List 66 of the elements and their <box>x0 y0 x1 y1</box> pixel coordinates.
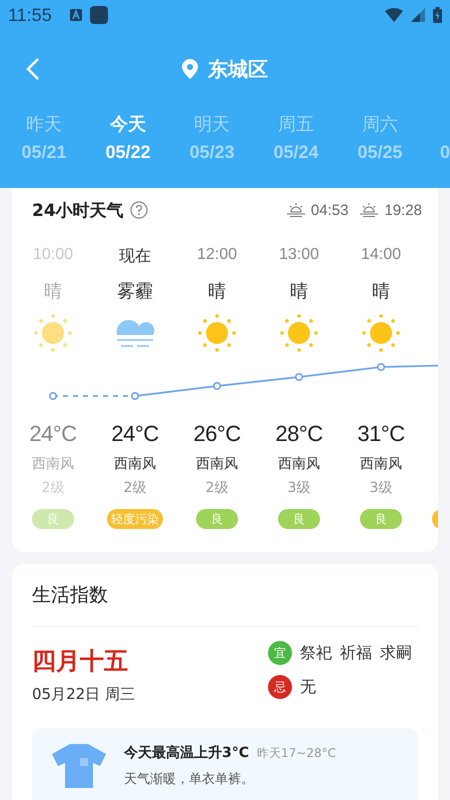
battery-icon <box>433 7 442 23</box>
sunrise-icon <box>286 203 305 217</box>
wind-direction: 西南风 <box>360 455 402 473</box>
temperature-text: 26°C <box>193 421 241 447</box>
sun-icon <box>197 313 237 353</box>
condition-text: 晴 <box>208 280 226 303</box>
day-tab[interactable]: 明天 05/23 <box>170 108 254 163</box>
signal-icon <box>411 8 425 22</box>
wifi-icon <box>385 8 403 22</box>
lunar-date: 四月十五 <box>32 646 129 677</box>
calendar-date: 05月22日 周三 <box>32 685 136 704</box>
location-pin-icon <box>182 59 198 79</box>
wind-direction: 西南风 <box>32 455 74 473</box>
sun-icon <box>279 313 319 353</box>
help-icon[interactable] <box>130 201 148 219</box>
air-quality-badge: 轻度污染 <box>107 509 163 529</box>
hour-label: 现在 <box>119 246 151 267</box>
wind-level: 2级 <box>206 479 228 497</box>
wind-level: 3级 <box>370 479 392 497</box>
auspicious-item: 祈福 <box>340 642 372 664</box>
yesterday-range: 昨天17~28°C <box>257 745 336 762</box>
condition-text: 晴 <box>290 280 308 303</box>
inauspicious-mark: 忌 <box>268 675 292 699</box>
back-button[interactable] <box>26 57 40 81</box>
day-tab[interactable]: 周五 05/24 <box>254 108 338 163</box>
tip-title: 今天最高温上升3°C <box>124 744 250 762</box>
condition-text: 晴 <box>44 280 62 303</box>
day-tab[interactable]: 周六 05/25 <box>338 108 422 163</box>
section-title: 24小时天气 <box>32 200 124 222</box>
day-tab[interactable]: 昨天 05/21 <box>2 108 86 163</box>
status-time: 11:55 <box>8 4 52 26</box>
location-title: 东城区 <box>208 56 268 82</box>
keyboard-icon <box>70 9 82 21</box>
hour-label: 12:00 <box>196 246 238 265</box>
sunset-icon <box>360 203 378 217</box>
condition-text: 雾霾 <box>117 280 153 303</box>
tshirt-icon <box>52 744 106 788</box>
air-quality-badge: 良 <box>32 509 74 529</box>
auspicious-item: 祭祀 <box>300 642 332 664</box>
wind-level: 2级 <box>124 479 146 497</box>
wind-direction: 西南风 <box>278 455 320 473</box>
sun-icon <box>361 313 401 353</box>
wind-level: 3级 <box>288 479 310 497</box>
wind-direction: 西南风 <box>196 455 238 473</box>
sun-icon <box>33 313 73 353</box>
hour-label: 14:00 <box>360 246 402 265</box>
hour-label: 13:00 <box>278 246 320 265</box>
auspicious-mark: 宜 <box>268 641 292 665</box>
condition-text: 晴 <box>372 280 390 303</box>
day-tab[interactable]: 今天 05/22 <box>86 108 170 163</box>
temperature-text: 28°C <box>275 421 323 447</box>
inauspicious-item: 无 <box>300 676 316 698</box>
tip-text: 天气渐暖，单衣单裤。 <box>124 771 255 788</box>
temperature-text: 24°C <box>29 421 77 447</box>
day-tab[interactable]: 0 <box>422 108 450 163</box>
air-quality-badge: 良 <box>196 509 238 529</box>
section-title: 生活指数 <box>31 583 109 608</box>
temperature-text: 24°C <box>111 421 159 447</box>
temperature-text: 31°C <box>357 421 405 447</box>
air-quality-badge: 良 <box>360 509 402 529</box>
auspicious-item: 求嗣 <box>380 642 412 664</box>
sunrise-time: 04:53 <box>310 202 348 218</box>
wind-direction: 西南风 <box>114 455 156 473</box>
sunset-time: 19:28 <box>384 202 422 218</box>
air-quality-badge: 良 <box>278 509 320 529</box>
app-icon <box>90 6 108 24</box>
